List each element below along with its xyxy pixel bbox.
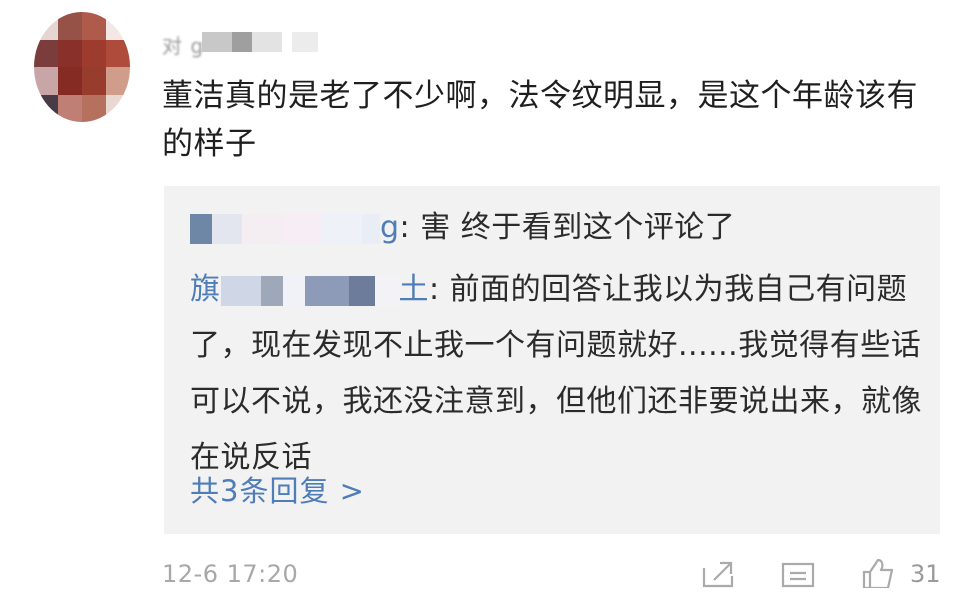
reply-item[interactable]: 旗 土: 前面的回答让我以为我自己有问题了，现在发现不止我一个有问题就好....… <box>190 262 930 486</box>
reply-text: : 害 终于看到这个评论了 <box>399 210 736 245</box>
like-count: 31 <box>910 560 941 588</box>
reply-author-suffix[interactable]: g <box>380 210 400 245</box>
comment-footer: 12-6 17:20 31 <box>162 556 952 590</box>
comment-username[interactable]: 对 g <box>162 28 332 58</box>
reply-author[interactable] <box>220 275 399 306</box>
comment-icon[interactable] <box>780 558 816 592</box>
comment-text: 董洁真的是老了不少啊，法令纹明显，是这个年龄该有的样子 <box>162 78 918 162</box>
more-replies-link[interactable]: 共3条回复 > <box>190 468 365 510</box>
reply-author-suffix[interactable]: 土 <box>399 272 430 307</box>
reply-author-prefix[interactable]: 旗 <box>190 272 221 307</box>
like-icon[interactable] <box>860 558 896 592</box>
reply-box[interactable]: g: 害 终于看到这个评论了 旗 土: 前面的回答让我以为我自己有问题了，现在发… <box>164 186 940 534</box>
username-text: 对 g <box>162 34 205 58</box>
share-icon[interactable] <box>700 558 736 592</box>
reply-author[interactable] <box>190 213 380 244</box>
timestamp: 12-6 17:20 <box>162 560 299 588</box>
reply-item[interactable]: g: 害 终于看到这个评论了 <box>190 200 930 256</box>
avatar[interactable] <box>34 12 130 122</box>
